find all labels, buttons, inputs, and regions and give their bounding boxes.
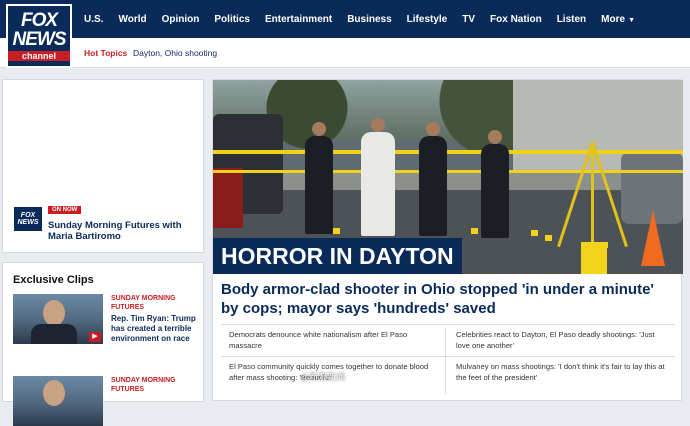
main-headline[interactable]: Body armor-clad shooter in Ohio stopped … <box>221 280 671 318</box>
main-nav: U.S. World Opinion Politics Entertainmen… <box>84 0 650 38</box>
thumbnail-body <box>31 324 77 344</box>
nav-item-entertainment[interactable]: Entertainment <box>265 14 332 25</box>
logo-text-news: NEWS <box>12 29 67 50</box>
on-now-show-title[interactable]: Sunday Morning Futures with Maria Bartir… <box>48 220 198 242</box>
fox-news-logo[interactable]: FOX NEWS channel <box>6 4 72 68</box>
divider <box>221 324 675 325</box>
nav-item-us[interactable]: U.S. <box>84 14 103 25</box>
watermark: @新浪新闻 <box>300 372 346 382</box>
nav-item-world[interactable]: World <box>118 14 146 25</box>
officer-figure <box>481 130 509 238</box>
clip-item[interactable]: SUNDAY MORNING FUTURES <box>13 376 199 426</box>
exclusive-clips: Exclusive Clips ▶ SUNDAY MORNING FUTURES… <box>2 262 204 426</box>
top-nav-bar: U.S. World Opinion Politics Entertainmen… <box>0 0 690 38</box>
officer-head <box>312 122 326 136</box>
logo-text-fox: FOX <box>20 10 58 31</box>
clip-show-label: SUNDAY MORNING FUTURES <box>111 377 176 393</box>
logo-text-channel: channel <box>8 51 70 61</box>
hero-car-red <box>213 168 243 228</box>
officer-figure <box>305 122 333 234</box>
officer-head <box>371 118 385 132</box>
evidence-marker <box>531 230 538 236</box>
officer-figure <box>361 118 395 236</box>
tripod-leg <box>557 141 594 248</box>
traffic-cone <box>641 210 665 266</box>
nav-item-more[interactable]: More ▼ <box>601 14 635 25</box>
tripod-leg <box>591 142 594 252</box>
related-story[interactable]: Mulvaney on mass shootings: 'I don't thi… <box>456 362 666 383</box>
divider <box>445 328 446 394</box>
play-icon[interactable]: ▶ <box>89 332 101 342</box>
fox-news-mini-logo: FOX NEWS <box>13 206 43 232</box>
evidence-marker <box>545 235 552 241</box>
hero-banner-text: HORROR IN DAYTON <box>221 242 454 269</box>
hot-topics-bar: Hot Topics Dayton, Ohio shooting <box>0 38 690 68</box>
evidence-marker <box>601 242 608 248</box>
nav-item-fox-nation[interactable]: Fox Nation <box>490 14 542 25</box>
hero-image[interactable]: HORROR IN DAYTON <box>213 80 683 274</box>
evidence-marker <box>333 228 340 234</box>
on-now-promo[interactable]: FOX NEWS ON NOW Sunday Morning Futures w… <box>2 79 204 253</box>
hot-topics-label: Hot Topics <box>84 48 128 58</box>
clip-thumbnail[interactable]: ▶ <box>13 294 103 344</box>
divider <box>221 356 675 357</box>
officer-head <box>488 130 502 144</box>
tripod-leg <box>591 141 628 248</box>
exclusive-clips-title: Exclusive Clips <box>13 274 94 286</box>
nav-item-lifestyle[interactable]: Lifestyle <box>407 14 448 25</box>
hot-topic-link[interactable]: Dayton, Ohio shooting <box>133 48 217 58</box>
nav-item-listen[interactable]: Listen <box>557 14 586 25</box>
on-now-badge: ON NOW <box>48 206 82 214</box>
evidence-marker <box>471 228 478 234</box>
nav-more-label: More <box>601 13 626 25</box>
officer-figure <box>419 122 447 236</box>
nav-item-opinion[interactable]: Opinion <box>162 14 200 25</box>
clip-thumbnail[interactable] <box>13 376 103 426</box>
clip-item[interactable]: ▶ SUNDAY MORNING FUTURES Rep. Tim Ryan: … <box>13 294 199 350</box>
main-story: HORROR IN DAYTON Body armor-clad shooter… <box>212 79 683 401</box>
clip-headline[interactable]: Rep. Tim Ryan: Trump has created a terri… <box>111 314 199 344</box>
mini-logo-news: NEWS <box>17 219 39 226</box>
nav-item-business[interactable]: Business <box>347 14 391 25</box>
nav-item-politics[interactable]: Politics <box>214 14 250 25</box>
mini-logo-fox: FOX <box>20 212 36 219</box>
related-story[interactable]: Celebrities react to Dayton, El Paso dea… <box>456 330 666 351</box>
clip-show-label: SUNDAY MORNING FUTURES <box>111 295 176 311</box>
survey-tripod <box>557 120 628 274</box>
chevron-down-icon: ▼ <box>628 16 635 24</box>
officer-head <box>426 122 440 136</box>
thumbnail-head <box>43 380 65 406</box>
related-story[interactable]: Democrats denounce white nationalism aft… <box>229 330 439 351</box>
hero-banner: HORROR IN DAYTON <box>213 238 462 274</box>
thumbnail-head <box>43 300 65 326</box>
nav-item-tv[interactable]: TV <box>462 14 475 25</box>
